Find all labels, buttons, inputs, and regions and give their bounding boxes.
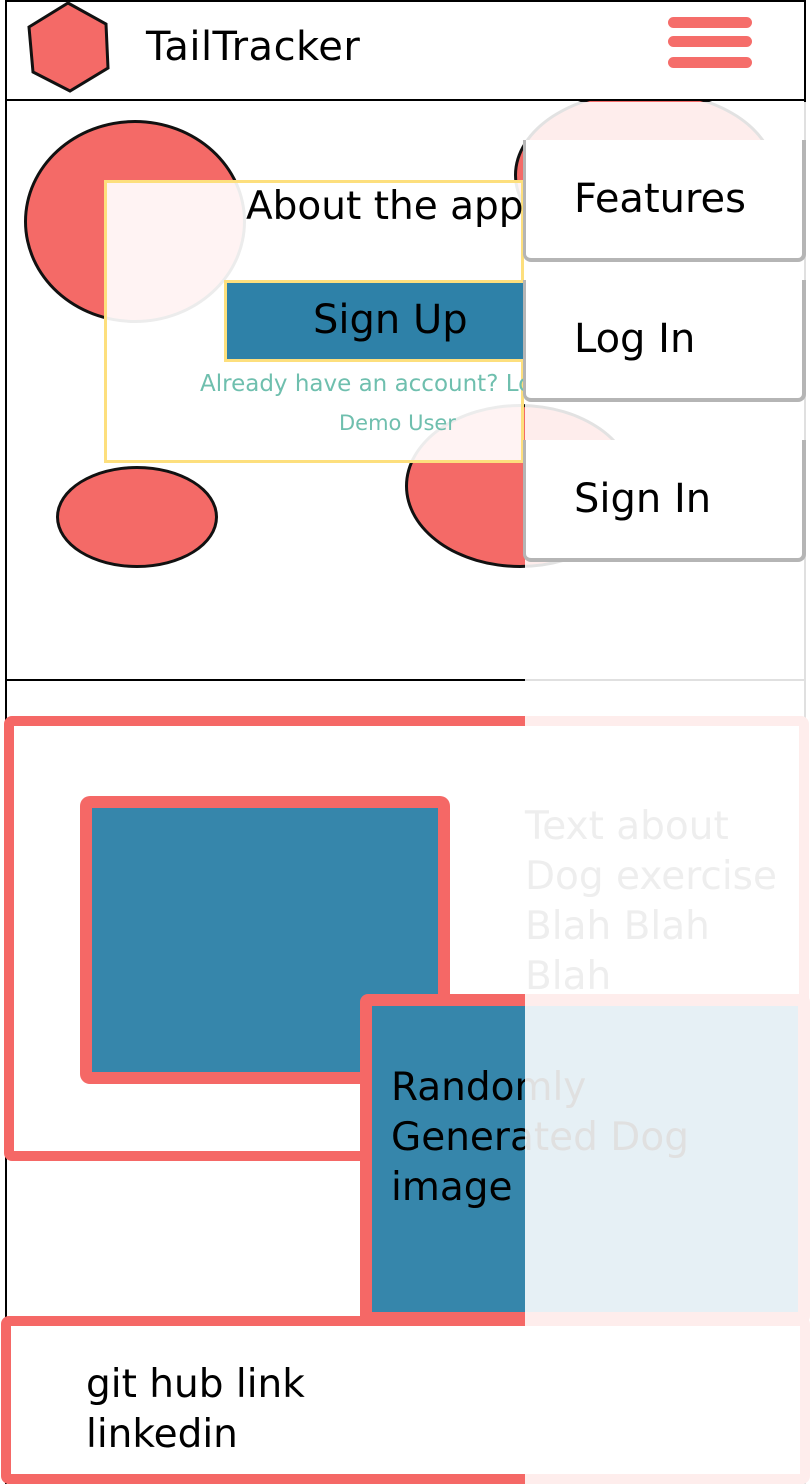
dog-text-line: Text about bbox=[525, 804, 729, 849]
dog-text-line: Blah bbox=[525, 954, 612, 999]
hexagon-logo-icon[interactable] bbox=[24, 0, 112, 94]
login-link[interactable]: Already have an account? Log In bbox=[200, 371, 575, 397]
github-link[interactable]: git hub link bbox=[86, 1360, 305, 1410]
decorative-circle-bottom-left bbox=[56, 466, 218, 568]
dog-text-line: Dog exercise bbox=[525, 854, 777, 899]
menu-item-log-in[interactable]: Log In bbox=[523, 280, 806, 402]
hamburger-menu-icon[interactable] bbox=[668, 15, 752, 70]
dog-exercise-text: Text about Dog exercise Blah Blah Blah bbox=[525, 802, 805, 1002]
demo-user-link[interactable]: Demo User bbox=[339, 411, 456, 435]
footer-links: git hub link linkedin bbox=[86, 1360, 305, 1460]
app-title: TailTracker bbox=[146, 24, 361, 70]
menu-item-sign-in[interactable]: Sign In bbox=[523, 440, 806, 562]
dog-text-line: Blah Blah bbox=[525, 904, 710, 949]
menu-item-features[interactable]: Features bbox=[523, 140, 806, 262]
sign-up-button[interactable]: Sign Up bbox=[224, 280, 524, 362]
about-title: About the app bbox=[246, 184, 524, 229]
linkedin-link[interactable]: linkedin bbox=[86, 1410, 305, 1460]
